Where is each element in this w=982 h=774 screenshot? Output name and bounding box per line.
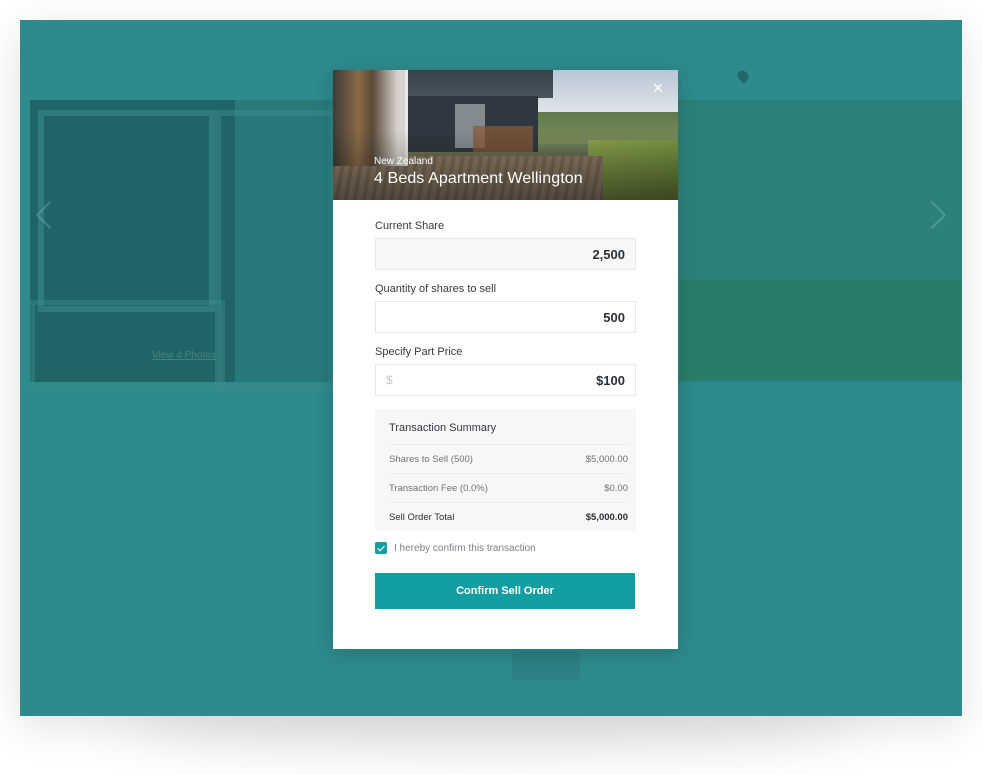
confirm-sell-order-button[interactable]: Confirm Sell Order <box>375 573 635 609</box>
sell-order-form: Current Share 2,500 Quantity of shares t… <box>375 220 636 609</box>
summary-row-amount: $0.00 <box>604 483 628 494</box>
quantity-value: 500 <box>603 309 625 325</box>
background-hill <box>680 280 962 380</box>
summary-row: Transaction Fee (0.0%) $0.00 <box>389 474 628 503</box>
part-price-value: $100 <box>596 372 625 388</box>
part-price-input[interactable]: $ $100 <box>375 364 636 396</box>
current-share-field: 2,500 <box>375 238 636 270</box>
summary-total-label: Sell Order Total <box>389 512 455 523</box>
confirm-transaction-row: I hereby confirm this transaction <box>375 542 636 554</box>
current-share-value: 2,500 <box>592 246 625 262</box>
summary-total-amount: $5,000.00 <box>585 512 628 523</box>
summary-total-row: Sell Order Total $5,000.00 <box>389 503 628 531</box>
part-price-label: Specify Part Price <box>375 346 463 358</box>
current-share-label: Current Share <box>375 220 445 232</box>
sell-order-modal: New Zealand 4 Beds Apartment Wellington … <box>333 70 678 649</box>
transaction-summary: Transaction Summary Shares to Sell (500)… <box>375 409 636 531</box>
view-photos-link[interactable]: View 4 Photos <box>152 350 216 361</box>
property-hero-image: New Zealand 4 Beds Apartment Wellington … <box>333 70 678 200</box>
confirm-checkbox-label[interactable]: I hereby confirm this transaction <box>394 543 536 554</box>
quantity-input[interactable]: 500 <box>375 301 636 333</box>
background-button <box>512 652 580 680</box>
summary-row-amount: $5,000.00 <box>585 454 628 465</box>
summary-row: Shares to Sell (500) $5,000.00 <box>389 445 628 474</box>
background-window-frame <box>30 300 225 392</box>
summary-row-label: Shares to Sell (500) <box>389 454 473 465</box>
map-pin-icon <box>735 68 751 84</box>
confirm-checkbox[interactable] <box>375 542 387 554</box>
property-title: 4 Beds Apartment Wellington <box>374 170 583 187</box>
dollar-prefix: $ <box>386 373 393 387</box>
close-icon[interactable]: × <box>650 79 666 97</box>
background-window-frame <box>215 110 337 392</box>
property-region: New Zealand <box>374 156 433 167</box>
summary-row-label: Transaction Fee (0.0%) <box>389 483 488 494</box>
app-screen: View 4 Photos New Zealand 4 Beds Apartme… <box>20 20 962 716</box>
background-window-frame <box>38 110 215 312</box>
summary-title: Transaction Summary <box>389 409 628 445</box>
quantity-label: Quantity of shares to sell <box>375 283 497 295</box>
